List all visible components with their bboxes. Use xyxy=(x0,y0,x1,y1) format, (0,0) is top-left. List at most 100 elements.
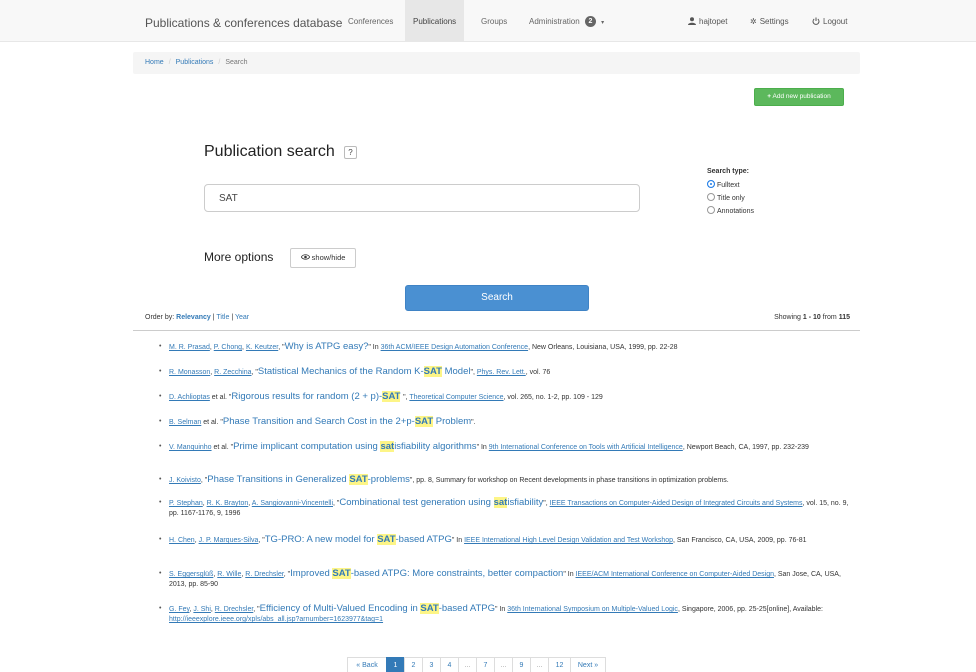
result-title[interactable]: Combinational test generation using sati… xyxy=(339,497,543,508)
search-button[interactable]: Search xyxy=(405,285,589,311)
nav-administration[interactable]: Administration 2 ▾ xyxy=(521,0,612,42)
help-button[interactable]: ? xyxy=(344,146,357,159)
pagination-page[interactable]: 3 xyxy=(422,657,441,672)
logout-link[interactable]: Logout xyxy=(812,0,847,42)
radio-fulltext[interactable] xyxy=(707,180,715,188)
result-item: G. Fey, J. Shi, R. Drechsler, "Efficienc… xyxy=(156,603,856,634)
result-link[interactable]: 9th International Conference on Tools wi… xyxy=(489,444,683,451)
result-link[interactable]: K. Keutzer xyxy=(246,344,278,351)
result-title[interactable]: Prime implicant computation using satisf… xyxy=(233,441,477,452)
eye-icon xyxy=(300,253,312,262)
pagination-next[interactable]: Next » xyxy=(570,657,606,672)
breadcrumb-separator: / xyxy=(168,59,171,66)
result-link[interactable]: R. Wille xyxy=(217,571,241,578)
showing-middle: from xyxy=(822,314,837,321)
nav-conferences[interactable]: Conferences xyxy=(340,0,401,42)
nav-groups[interactable]: Groups xyxy=(473,0,515,42)
result-link[interactable]: J. Koivisto xyxy=(169,477,201,484)
result-link[interactable]: IEEE Transactions on Computer-Aided Desi… xyxy=(550,500,803,507)
radio-annotations[interactable] xyxy=(707,206,715,214)
result-title[interactable]: Rigorous results for random (2 + p)-SAT xyxy=(231,391,403,402)
search-type-title-only[interactable]: Title only xyxy=(707,193,745,202)
order-separator: | xyxy=(212,314,215,321)
results-list: M. R. Prasad, P. Chong, K. Keutzer, "Why… xyxy=(156,342,856,634)
result-link[interactable]: IEEE International High Level Design Val… xyxy=(464,537,673,544)
caret-down-icon: ▾ xyxy=(601,20,605,26)
user-icon xyxy=(688,0,696,44)
search-input[interactable] xyxy=(204,184,640,212)
order-relevancy[interactable]: Relevancy xyxy=(176,314,211,321)
search-highlight: sat xyxy=(380,441,395,452)
search-type-label: Search type: xyxy=(707,168,750,175)
result-item: H. Chen, J. P. Marques-Silva, "TG-PRO: A… xyxy=(156,534,856,569)
order-by: Order by: Relevancy | Title | Year xyxy=(145,314,249,321)
result-title[interactable]: TG-PRO: A new model for SAT-based ATPG xyxy=(265,534,452,545)
result-link[interactable]: R. Drechsler xyxy=(215,606,254,613)
result-link[interactable]: Phys. Rev. Lett. xyxy=(477,369,526,376)
result-link[interactable]: 36th International Symposium on Multiple… xyxy=(507,606,678,613)
pagination-page[interactable]: 1 xyxy=(386,657,405,672)
radio-title-only[interactable] xyxy=(707,193,715,201)
breadcrumb-publications[interactable]: Publications xyxy=(176,59,214,66)
result-item: J. Koivisto, "Phase Transitions in Gener… xyxy=(156,474,856,498)
search-highlight: SAT xyxy=(420,603,439,614)
result-link[interactable]: S. Eggersglüß xyxy=(169,571,213,578)
pagination-page[interactable]: 7 xyxy=(476,657,495,672)
result-link[interactable]: V. Manquinho xyxy=(169,444,212,451)
user-link[interactable]: hajtopet xyxy=(688,0,727,42)
result-link[interactable]: B. Selman xyxy=(169,419,201,426)
result-link[interactable]: D. Achlioptas xyxy=(169,394,210,401)
result-item: B. Selman et al. "Phase Transition and S… xyxy=(156,416,856,442)
settings-label: Settings xyxy=(759,17,789,26)
result-title[interactable]: Phase Transition and Search Cost in the … xyxy=(223,416,471,427)
result-link[interactable]: M. R. Prasad xyxy=(169,344,210,351)
show-hide-button[interactable]: show/hide xyxy=(290,248,356,268)
result-item: D. Achlioptas et al. "Rigorous results f… xyxy=(156,391,856,417)
search-type-annotations[interactable]: Annotations xyxy=(707,206,754,215)
search-highlight: SAT xyxy=(382,391,401,402)
pagination-page[interactable]: 12 xyxy=(548,657,571,672)
result-link[interactable]: A. Sangiovanni-Vincentelli xyxy=(252,500,333,507)
result-link[interactable]: Theoretical Computer Science xyxy=(409,394,503,401)
pagination-page[interactable]: 9 xyxy=(512,657,531,672)
result-link[interactable]: P. Stephan xyxy=(169,500,203,507)
search-type-fulltext-label: Fulltext xyxy=(717,181,740,189)
add-new-publication-button[interactable]: + Add new publication xyxy=(754,88,844,106)
result-link[interactable]: J. P. Marques-Silva xyxy=(199,537,259,544)
more-options-heading: More options xyxy=(204,250,274,264)
pagination-page[interactable]: 4 xyxy=(440,657,459,672)
search-highlight: SAT xyxy=(377,534,396,545)
result-link[interactable]: P. Chong xyxy=(214,344,242,351)
order-by-label: Order by: xyxy=(145,314,175,321)
pagination-page[interactable]: 2 xyxy=(404,657,423,672)
breadcrumb: Home / Publications / Search xyxy=(133,52,860,74)
gear-icon: ✲ xyxy=(750,17,757,26)
order-title[interactable]: Title xyxy=(216,314,229,321)
result-link[interactable]: J. Shi xyxy=(193,606,211,613)
result-title[interactable]: Phase Transitions in Generalized SAT-pro… xyxy=(207,474,410,485)
breadcrumb-home[interactable]: Home xyxy=(145,59,164,66)
nav-publications[interactable]: Publications xyxy=(405,0,465,42)
results-count: Showing 1 - 10 from 115 xyxy=(774,314,850,321)
pagination: « Back 1 2 3 4 ... 7 ... 9 ... 12 Next » xyxy=(347,657,606,672)
search-highlight: SAT xyxy=(332,568,351,579)
result-link[interactable]: http://ieeexplore.ieee.org/xpls/abs_all.… xyxy=(169,616,383,623)
settings-link[interactable]: ✲ Settings xyxy=(750,0,789,42)
result-link[interactable]: G. Fey xyxy=(169,606,189,613)
showing-range: 1 - 10 xyxy=(802,314,821,321)
result-link[interactable]: R. Zecchina xyxy=(214,369,251,376)
result-link[interactable]: 36th ACM/IEEE Design Automation Conferen… xyxy=(381,344,528,351)
result-title[interactable]: Efficiency of Multi-Valued Encoding in S… xyxy=(260,603,495,614)
result-title[interactable]: Statistical Mechanics of the Random K-SA… xyxy=(258,366,470,377)
brand-link[interactable]: Publications & conferences database xyxy=(145,16,342,30)
result-title[interactable]: Improved SAT-based ATPG: More constraint… xyxy=(290,568,563,579)
result-link[interactable]: R. Drechsler xyxy=(245,571,284,578)
result-link[interactable]: R. Monasson xyxy=(169,369,210,376)
result-link[interactable]: R. K. Brayton xyxy=(207,500,249,507)
order-year[interactable]: Year xyxy=(235,314,249,321)
result-link[interactable]: IEEE/ACM International Conference on Com… xyxy=(576,571,774,578)
result-link[interactable]: H. Chen xyxy=(169,537,195,544)
result-title[interactable]: Why is ATPG easy? xyxy=(285,341,369,352)
search-type-fulltext[interactable]: Fulltext xyxy=(707,180,740,189)
pagination-back[interactable]: « Back xyxy=(347,657,387,672)
